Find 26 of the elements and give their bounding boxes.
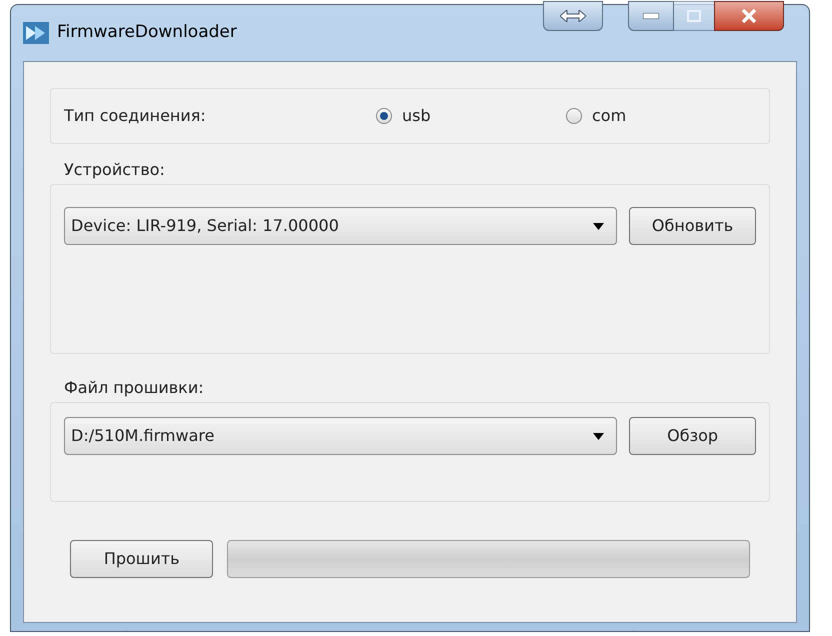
dropdown-arrow-icon [593, 432, 604, 440]
flash-button[interactable]: Прошить [70, 540, 214, 578]
firmware-file-dropdown[interactable]: D:/510M.firmware [64, 417, 618, 455]
browse-button[interactable]: Обзор [629, 417, 756, 455]
resize-button[interactable] [543, 1, 603, 31]
maximize-button[interactable] [674, 1, 714, 31]
maximize-icon [687, 10, 701, 22]
radio-button[interactable] [566, 108, 582, 124]
device-label: Устройство: [64, 159, 165, 181]
minimize-button[interactable] [628, 1, 674, 31]
minimize-icon [643, 13, 659, 19]
dropdown-arrow-icon [593, 222, 604, 230]
double-arrow-icon [560, 10, 586, 22]
window-title: FirmwareDownloader [57, 21, 237, 44]
firmware-file-label: Файл прошивки: [64, 377, 204, 399]
device-dropdown[interactable]: Device: LIR-919, Serial: 17.00000 [64, 207, 618, 245]
dropdown-value: Device: LIR-919, Serial: 17.00000 [71, 215, 340, 237]
refresh-button[interactable]: Обновить [629, 207, 756, 245]
close-icon [741, 9, 757, 23]
connection-type-label: Тип соединения: [64, 105, 207, 127]
radio-button[interactable] [376, 108, 392, 124]
radio-label: com [592, 105, 626, 127]
app-icon [23, 22, 49, 44]
radio-label: usb [402, 105, 431, 127]
dropdown-value: D:/510M.firmware [71, 425, 216, 447]
close-button[interactable] [714, 1, 784, 31]
